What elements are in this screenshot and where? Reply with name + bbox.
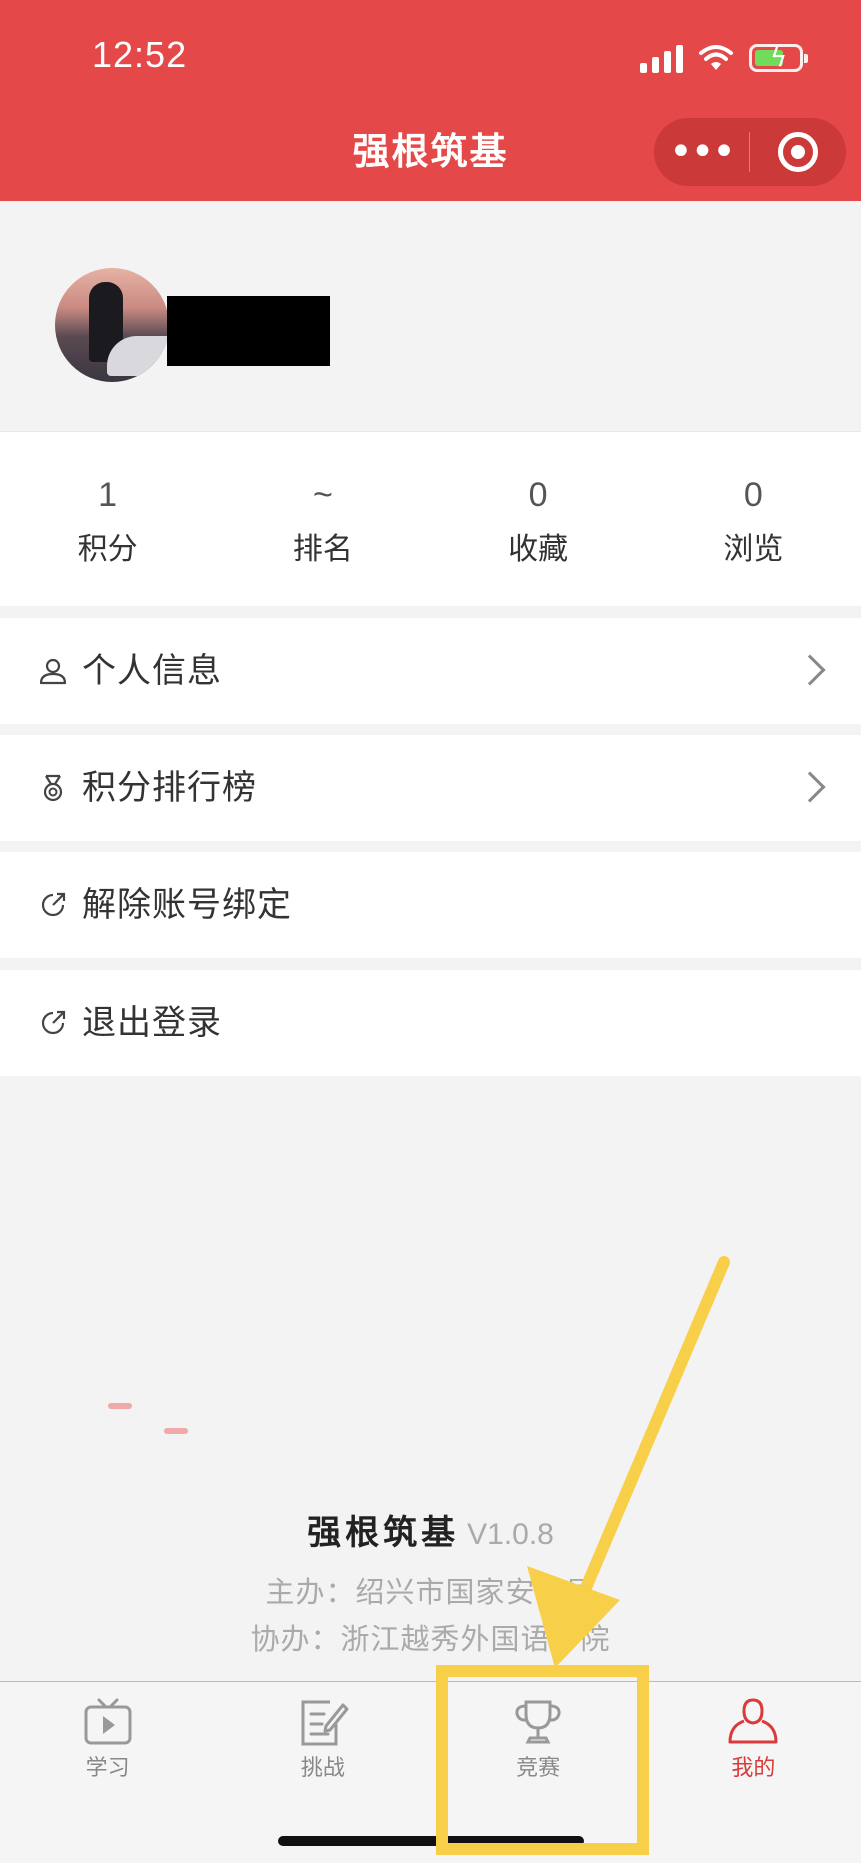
battery-icon: ϟ bbox=[749, 44, 808, 72]
decorative-dash bbox=[164, 1428, 188, 1434]
stat-label: 排名 bbox=[292, 532, 353, 567]
header-bar: 12:52 ϟ 强根筑基 ••• bbox=[0, 0, 861, 201]
stat-points[interactable]: 1 积分 bbox=[0, 432, 215, 606]
stat-views[interactable]: 0 浏览 bbox=[646, 432, 861, 606]
menu-item-label: 退出登录 bbox=[82, 1003, 222, 1043]
medal-icon bbox=[43, 774, 63, 802]
menu-item-logout[interactable]: 退出登录 bbox=[0, 970, 861, 1076]
co-host-organization: 协办：浙江越秀外国语学院 bbox=[250, 1622, 611, 1656]
status-time: 12:52 bbox=[92, 34, 188, 75]
stat-value: ~ bbox=[312, 476, 333, 514]
stat-value: 1 bbox=[98, 476, 118, 514]
miniprogram-capsule: ••• bbox=[654, 118, 846, 186]
user-icon bbox=[728, 1698, 778, 1744]
avatar[interactable] bbox=[55, 268, 169, 382]
stat-value: 0 bbox=[743, 476, 763, 514]
redacted-username bbox=[167, 296, 330, 366]
close-miniprogram-button[interactable] bbox=[750, 132, 845, 172]
stat-rank[interactable]: ~ 排名 bbox=[215, 432, 430, 606]
tab-study[interactable]: 学习 bbox=[0, 1682, 215, 1863]
user-icon bbox=[39, 658, 67, 685]
app-version: V1.0.8 bbox=[467, 1518, 554, 1551]
menu-item-unbind-account[interactable]: 解除账号绑定 bbox=[0, 852, 861, 958]
stat-label: 收藏 bbox=[508, 532, 569, 567]
wifi-icon bbox=[699, 45, 733, 70]
tab-label: 我的 bbox=[731, 1756, 776, 1781]
tv-play-icon bbox=[84, 1698, 132, 1745]
edit-note-icon bbox=[301, 1700, 349, 1746]
chevron-right-icon bbox=[794, 654, 826, 686]
menu-item-personal-info[interactable]: 个人信息 bbox=[0, 618, 861, 724]
stat-label: 积分 bbox=[77, 532, 138, 567]
tab-mine[interactable]: 我的 bbox=[646, 1682, 861, 1863]
more-menu-button[interactable]: ••• bbox=[654, 132, 749, 172]
menu-item-points-leaderboard[interactable]: 积分排行榜 bbox=[0, 735, 861, 841]
chevron-right-icon bbox=[794, 771, 826, 803]
stats-bar: 1 积分 ~ 排名 0 收藏 0 浏览 bbox=[0, 431, 861, 606]
brand-name: 强根筑基 bbox=[307, 1513, 460, 1553]
profile-section bbox=[0, 201, 861, 431]
stat-label: 浏览 bbox=[723, 532, 784, 567]
tab-label: 学习 bbox=[85, 1756, 130, 1781]
menu-item-label: 个人信息 bbox=[82, 651, 222, 691]
footer-brand: 强根筑基 V1.0.8 bbox=[0, 1505, 861, 1554]
target-icon bbox=[777, 132, 818, 172]
external-link-icon bbox=[41, 892, 66, 917]
menu-item-label: 解除账号绑定 bbox=[82, 885, 292, 925]
status-icons: ϟ bbox=[640, 38, 808, 78]
annotation-highlight-box bbox=[436, 1665, 649, 1855]
stat-value: 0 bbox=[528, 476, 548, 514]
menu-item-label: 积分排行榜 bbox=[82, 768, 257, 808]
signal-icon bbox=[640, 43, 683, 73]
tab-label: 挑战 bbox=[300, 1756, 345, 1781]
stat-favorites[interactable]: 0 收藏 bbox=[431, 432, 646, 606]
external-link-icon bbox=[41, 1010, 66, 1035]
host-organization: 主办：绍兴市国家安全局 bbox=[265, 1575, 596, 1609]
decorative-dash bbox=[108, 1403, 132, 1409]
